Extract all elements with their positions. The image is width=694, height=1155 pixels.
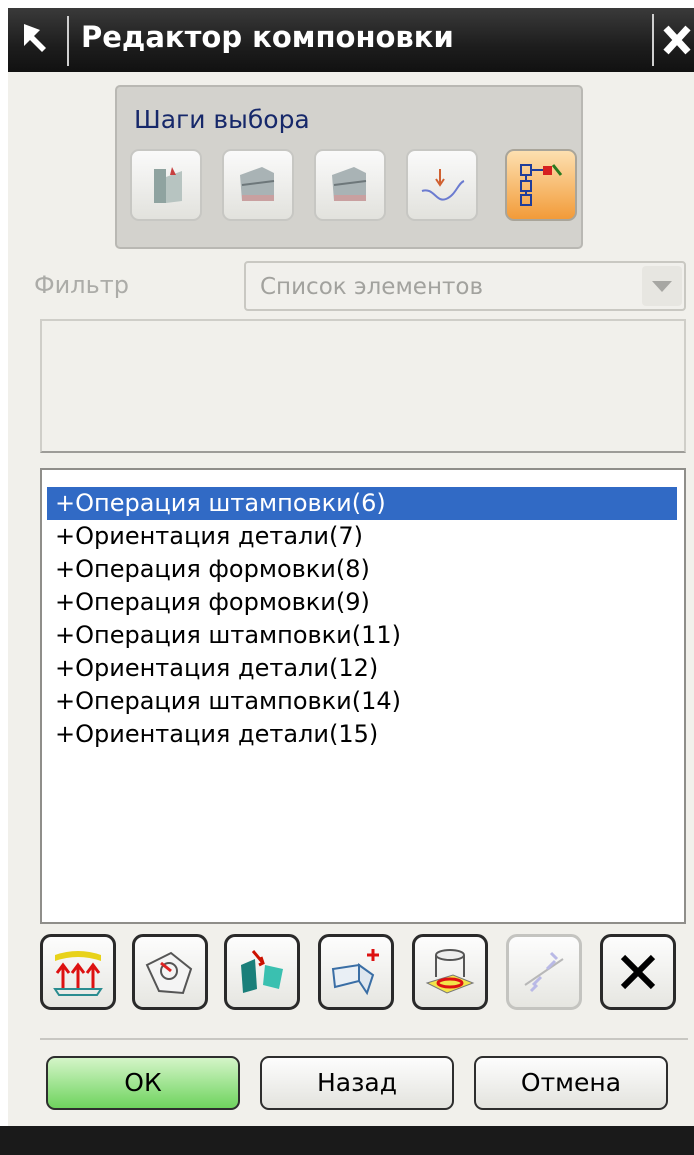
filter-value: Список элементов	[260, 274, 484, 300]
operations-list[interactable]: +Операция штамповки(6) +Ориентация детал…	[40, 468, 686, 924]
add-piercing-operation-button[interactable]	[412, 934, 488, 1010]
selection-info-box	[40, 319, 686, 453]
step-die-select-button[interactable]	[222, 149, 294, 221]
title-separator	[67, 16, 69, 66]
delete-button[interactable]	[600, 934, 676, 1010]
step-curve-select-button[interactable]	[406, 149, 478, 221]
ok-button[interactable]: ОК	[46, 1056, 240, 1110]
layout-editor-dialog: Редактор компоновки Шаги выбора Фильтр С…	[8, 8, 694, 1155]
add-forming-operation-button[interactable]	[224, 934, 300, 1010]
divider	[40, 1038, 688, 1040]
list-item[interactable]: +Ориентация детали(7)	[47, 520, 677, 553]
step-face-select-button[interactable]	[130, 149, 202, 221]
bottom-edge	[0, 1126, 694, 1155]
list-item[interactable]: +Ориентация детали(15)	[47, 718, 677, 751]
list-item[interactable]: +Ориентация детали(12)	[47, 652, 677, 685]
pin-arrow-icon[interactable]	[8, 12, 64, 68]
list-item[interactable]: +Операция штамповки(14)	[47, 685, 677, 718]
close-button[interactable]	[652, 14, 694, 66]
selection-steps-title: Шаги выбора	[134, 105, 310, 134]
cancel-button[interactable]: Отмена	[474, 1056, 668, 1110]
title-bar[interactable]: Редактор компоновки	[8, 8, 694, 72]
step-tree-list-button[interactable]	[505, 149, 577, 221]
close-icon	[654, 25, 694, 70]
chevron-down-icon[interactable]	[642, 266, 682, 306]
reorder-button[interactable]	[506, 934, 582, 1010]
dialog-title: Редактор компоновки	[81, 20, 454, 54]
list-item[interactable]: +Операция формовки(8)	[47, 553, 677, 586]
filter-dropdown[interactable]: Список элементов	[244, 261, 686, 311]
step-die-select-2-button[interactable]	[314, 149, 386, 221]
list-item[interactable]: +Операция штамповки(11)	[47, 619, 677, 652]
add-bending-operation-button[interactable]	[318, 934, 394, 1010]
filter-label: Фильтр	[34, 271, 129, 299]
add-stamping-operation-button[interactable]	[40, 934, 116, 1010]
back-button[interactable]: Назад	[260, 1056, 454, 1110]
add-part-orientation-button[interactable]	[132, 934, 208, 1010]
list-item[interactable]: +Операция формовки(9)	[47, 586, 677, 619]
list-item[interactable]: +Операция штамповки(6)	[47, 487, 677, 520]
